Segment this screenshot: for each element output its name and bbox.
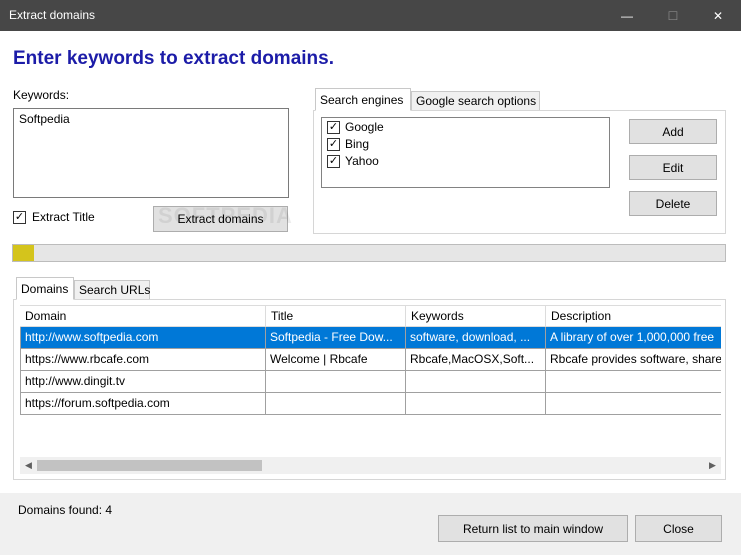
tab-google-search-options[interactable]: Google search options	[411, 91, 540, 111]
extract-title-label: Extract Title	[32, 210, 95, 224]
table-cell[interactable]: http://www.softpedia.com	[20, 327, 266, 349]
keywords-textarea[interactable]: Softpedia	[13, 108, 289, 198]
horizontal-scrollbar[interactable]: ◀ ▶	[20, 457, 721, 474]
checkbox-check-icon[interactable]: ✓	[327, 154, 340, 168]
table-cell[interactable]: http://www.dingit.tv	[20, 371, 266, 393]
table-cell[interactable]: https://forum.softpedia.com	[20, 393, 266, 415]
close-window-icon[interactable]: ✕	[695, 0, 741, 31]
table-row[interactable]: http://www.dingit.tv	[20, 371, 721, 393]
engine-item-google[interactable]: ✓ Google	[327, 120, 384, 134]
engine-label: Bing	[345, 137, 370, 151]
tab-search-urls[interactable]: Search URLs	[74, 280, 150, 300]
table-row[interactable]: https://www.rbcafe.com Welcome | Rbcafe …	[20, 349, 721, 371]
column-header-description[interactable]: Description	[546, 305, 721, 327]
tab-domains[interactable]: Domains	[16, 277, 74, 300]
table-cell[interactable]: software, download, ...	[406, 327, 546, 349]
table-cell[interactable]: Welcome | Rbcafe	[266, 349, 406, 371]
column-header-keywords[interactable]: Keywords	[406, 305, 546, 327]
column-header-title[interactable]: Title	[266, 305, 406, 327]
engine-label: Yahoo	[345, 154, 379, 168]
table-cell[interactable]	[406, 393, 546, 415]
table-cell[interactable]	[406, 371, 546, 393]
close-button[interactable]: Close	[635, 515, 722, 542]
edit-engine-button[interactable]: Edit	[629, 155, 717, 180]
engine-item-yahoo[interactable]: ✓ Yahoo	[327, 154, 379, 168]
column-header-domain[interactable]: Domain	[20, 305, 266, 327]
checkbox-check-icon[interactable]: ✓	[327, 137, 340, 151]
table-cell[interactable]: Softpedia - Free Dow...	[266, 327, 406, 349]
window-titlebar: Extract domains — ☐ ✕	[0, 0, 741, 31]
checkbox-check-icon[interactable]: ✓	[327, 120, 340, 134]
engine-label: Google	[345, 120, 384, 134]
engine-item-bing[interactable]: ✓ Bing	[327, 137, 369, 151]
table-header: Domain Title Keywords Description	[20, 305, 721, 327]
minimize-icon[interactable]: —	[604, 0, 650, 31]
table-row[interactable]: https://forum.softpedia.com	[20, 393, 721, 415]
extract-title-checkbox[interactable]: ✓ Extract Title	[13, 210, 95, 224]
table-cell[interactable]: A library of over 1,000,000 free	[546, 327, 721, 349]
table-cell[interactable]: https://www.rbcafe.com	[20, 349, 266, 371]
maximize-icon[interactable]: ☐	[650, 0, 696, 31]
scroll-left-icon[interactable]: ◀	[20, 457, 37, 474]
table-cell[interactable]	[266, 393, 406, 415]
window-title: Extract domains	[9, 8, 96, 22]
checkbox-check-icon[interactable]: ✓	[13, 210, 26, 224]
domains-found-status: Domains found: 4	[18, 503, 113, 517]
table-cell[interactable]: Rbcafe provides software, share	[546, 349, 721, 371]
domains-table[interactable]: Domain Title Keywords Description http:/…	[20, 305, 721, 463]
table-cell[interactable]	[266, 371, 406, 393]
table-row[interactable]: http://www.softpedia.com Softpedia - Fre…	[20, 327, 721, 349]
tab-search-engines[interactable]: Search engines	[315, 88, 411, 111]
table-cell[interactable]	[546, 371, 721, 393]
scrollbar-thumb[interactable]	[37, 460, 262, 471]
keywords-label: Keywords:	[13, 88, 70, 102]
extract-domains-button[interactable]: Extract domains	[153, 206, 288, 232]
progress-bar	[12, 244, 726, 262]
scroll-right-icon[interactable]: ▶	[704, 457, 721, 474]
page-heading: Enter keywords to extract domains.	[13, 48, 334, 69]
client-area: Enter keywords to extract domains. Keywo…	[0, 31, 741, 493]
delete-engine-button[interactable]: Delete	[629, 191, 717, 216]
table-cell[interactable]	[546, 393, 721, 415]
return-list-button[interactable]: Return list to main window	[438, 515, 628, 542]
progress-fill	[13, 245, 35, 261]
search-engines-list[interactable]: ✓ Google ✓ Bing ✓ Yahoo	[321, 117, 610, 188]
add-engine-button[interactable]: Add	[629, 119, 717, 144]
table-cell[interactable]: Rbcafe,MacOSX,Soft...	[406, 349, 546, 371]
